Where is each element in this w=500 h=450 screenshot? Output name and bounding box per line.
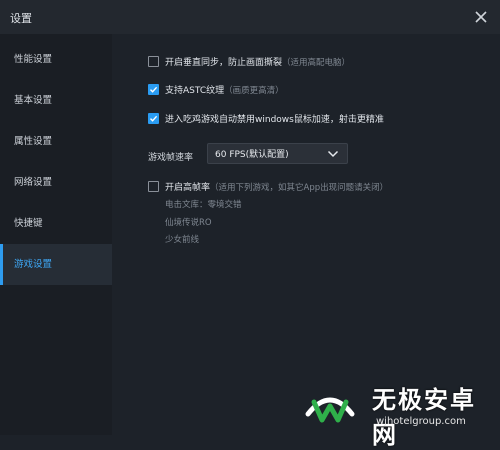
fps-label: 游戏帧速率	[148, 153, 194, 163]
high-fps-checkbox[interactable]	[148, 181, 159, 192]
high-fps-option: 开启高帧率 （适用下列游戏，如其它App出现问题请关闭）	[148, 180, 388, 193]
mouse-accel-label: 进入吃鸡游戏自动禁用windows鼠标加速，射击更精准	[165, 115, 384, 125]
sidebar-item-network[interactable]: 网络设置	[0, 162, 112, 203]
watermark-name: 无极安卓网	[372, 386, 476, 449]
mouse-accel-option: 进入吃鸡游戏自动禁用windows鼠标加速，射击更精准	[148, 112, 384, 125]
checkmark-icon	[150, 115, 158, 122]
astc-checkbox[interactable]	[148, 84, 159, 95]
astc-option: 支持ASTC纹理 （画质更高清）	[148, 83, 284, 96]
watermark-url: wjhotelgroup.com	[376, 416, 466, 427]
sidebar-item-performance[interactable]: 性能设置	[0, 39, 112, 80]
sidebar-item-game-settings[interactable]: 游戏设置	[0, 244, 112, 285]
vsync-option: 开启垂直同步，防止画面撕裂 （适用高配电脑）	[148, 55, 350, 68]
sidebar-item-label: 网络设置	[14, 177, 53, 188]
title-bar: 设置	[0, 0, 500, 34]
sidebar-item-basic[interactable]: 基本设置	[0, 80, 112, 121]
watermark: 无极安卓网 wjhotelgroup.com	[300, 372, 500, 449]
chevron-down-icon	[327, 150, 339, 158]
astc-label: 支持ASTC纹理	[165, 86, 225, 96]
game-list-item: 电击文库：零境交错	[165, 200, 242, 210]
sidebar-item-properties[interactable]: 属性设置	[0, 121, 112, 162]
game-list-item: 仙境传说RO	[165, 218, 212, 228]
vsync-checkbox[interactable]	[148, 56, 159, 67]
fps-select[interactable]: 60 FPS(默认配置)	[207, 143, 348, 164]
sidebar-item-label: 基本设置	[14, 95, 53, 106]
sidebar-item-label: 属性设置	[14, 136, 53, 147]
game-list-item: 少女前线	[165, 235, 200, 245]
sidebar-item-label: 快捷键	[14, 218, 43, 229]
high-fps-label: 开启高帧率	[165, 183, 211, 193]
vsync-label: 开启垂直同步，防止画面撕裂	[165, 58, 283, 68]
sidebar-item-label: 游戏设置	[14, 259, 53, 270]
high-fps-note: （适用下列游戏，如其它App出现问题请关闭）	[210, 182, 389, 193]
sidebar: 性能设置 基本设置 属性设置 网络设置 快捷键 游戏设置	[0, 34, 112, 435]
sidebar-item-label: 性能设置	[14, 54, 53, 65]
astc-note: （画质更高清）	[224, 85, 284, 96]
window-title: 设置	[10, 12, 32, 25]
fps-selected-value: 60 FPS(默认配置)	[215, 150, 289, 160]
vsync-note: （适用高配电脑）	[282, 57, 351, 68]
close-icon[interactable]	[472, 8, 490, 26]
checkmark-icon	[150, 86, 158, 93]
mouse-accel-checkbox[interactable]	[148, 113, 159, 124]
watermark-logo-icon	[305, 397, 355, 423]
sidebar-item-shortcuts[interactable]: 快捷键	[0, 203, 112, 244]
